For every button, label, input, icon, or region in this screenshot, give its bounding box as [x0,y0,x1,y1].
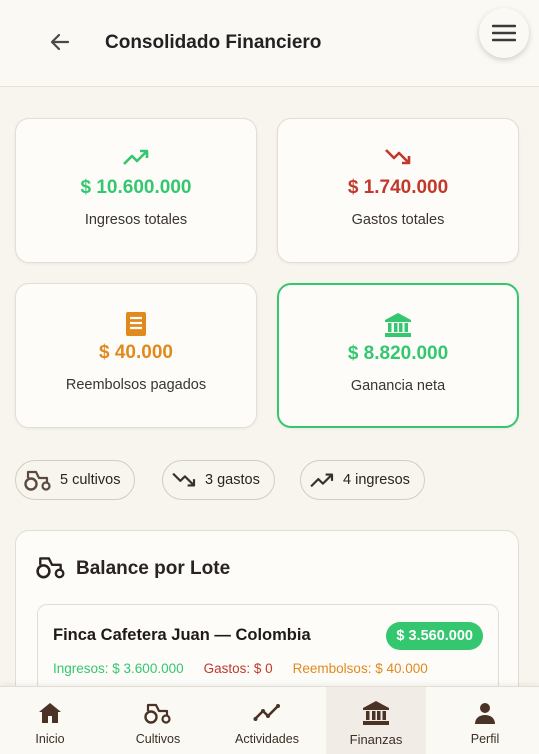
nav-actividades-label: Actividades [235,732,299,746]
ingresos-label: Ingresos totales [84,212,188,228]
lote-reembolsos: Reembolsos: $ 40.000 [292,661,428,676]
bank-icon [385,313,411,337]
tractor-icon [36,557,65,579]
balance-title: Balance por Lote [76,558,231,579]
page-title: Consolidado Financiero [105,32,322,53]
nav-finanzas-label: Finanzas [349,732,403,747]
gastos-label: Gastos totales [351,212,445,228]
menu-button[interactable] [479,8,529,58]
activity-icon [253,704,280,721]
app-header: Consolidado Financiero [0,0,539,87]
nav-perfil[interactable]: Perfil [435,687,535,754]
card-ganancia-neta: $ 8.820.000 Ganancia neta [277,283,519,428]
card-reembolsos: $ 40.000 Reembolsos pagados [15,283,257,428]
arrow-left-icon [50,33,70,51]
chip-cultivos-label: 5 cultivos [60,472,121,488]
lote-name: Finca Cafetera Juan — Colombia [53,626,311,644]
bank-icon [363,701,389,725]
ingresos-amount: $ 10.600.000 [80,177,192,198]
chip-ingresos-label: 4 ingresos [343,472,410,488]
nav-cultivos[interactable]: Cultivos [108,687,208,754]
card-ingresos: $ 10.600.000 Ingresos totales [15,118,257,263]
back-button[interactable] [42,26,78,58]
gastos-amount: $ 1.740.000 [347,177,449,198]
trending-down-icon [172,472,196,487]
hamburger-icon [492,24,516,42]
reembolsos-label: Reembolsos pagados [65,377,207,393]
lote-gastos: Gastos: $ 0 [203,661,273,676]
nav-perfil-label: Perfil [470,732,500,746]
home-icon [39,703,61,723]
nav-cultivos-label: Cultivos [135,732,181,746]
trending-down-icon [385,149,411,165]
nav-inicio[interactable]: Inicio [0,687,100,754]
nav-finanzas[interactable]: Finanzas [326,687,426,754]
chip-gastos[interactable]: 3 gastos [162,460,275,500]
lote-ingresos: Ingresos: $ 3.600.000 [53,661,184,676]
reembolsos-amount: $ 40.000 [99,342,173,363]
nav-actividades[interactable]: Actividades [217,687,317,754]
trending-up-icon [123,149,149,165]
receipt-icon [126,312,146,336]
nav-inicio-label: Inicio [35,732,65,746]
ganancia-label: Ganancia neta [350,378,446,394]
user-icon [475,703,495,724]
tractor-icon [24,470,51,491]
trending-up-icon [310,473,334,488]
chip-gastos-label: 3 gastos [205,472,260,488]
lote-total-badge: $ 3.560.000 [386,622,483,650]
card-gastos: $ 1.740.000 Gastos totales [277,118,519,263]
ganancia-amount: $ 8.820.000 [347,343,449,364]
chip-ingresos[interactable]: 4 ingresos [300,460,425,500]
bottom-nav: Inicio Cultivos Actividades Finanzas Per… [0,686,539,754]
chip-cultivos[interactable]: 5 cultivos [15,460,136,500]
tractor-icon [144,703,171,724]
